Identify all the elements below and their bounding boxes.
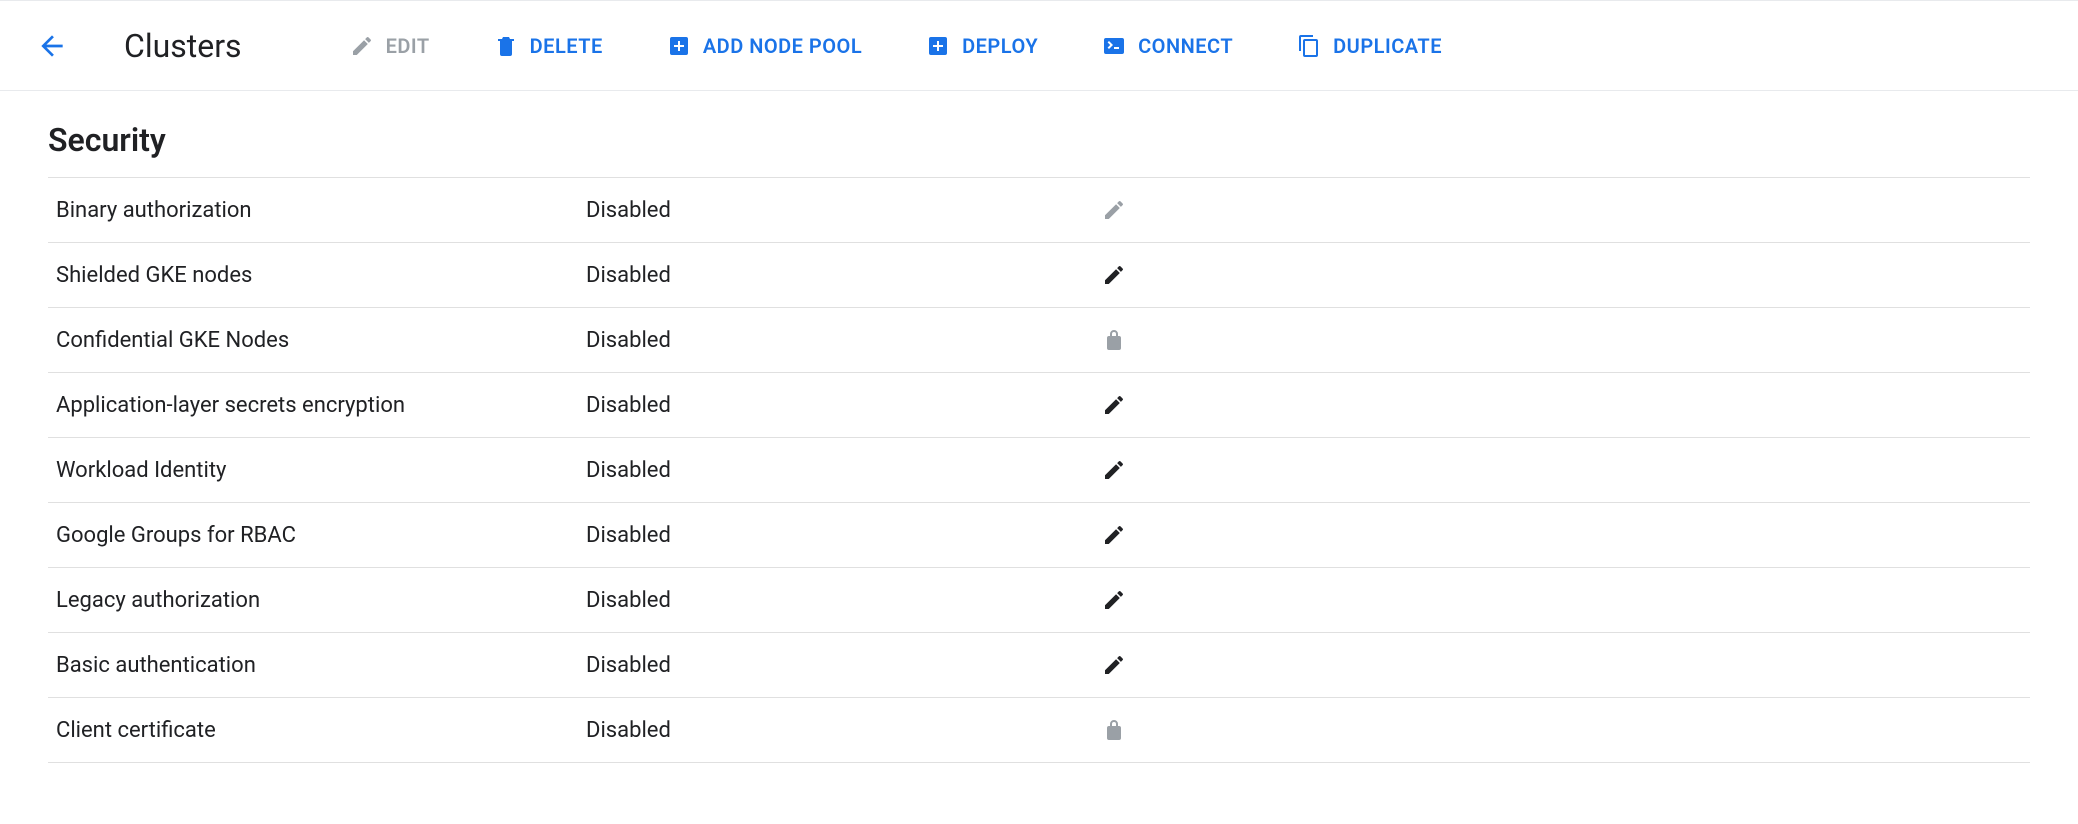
table-row: Confidential GKE NodesDisabled (48, 308, 2030, 373)
security-table: Binary authorizationDisabledShielded GKE… (48, 177, 2030, 763)
edit-row-button[interactable] (1096, 192, 1132, 228)
row-key: Client certificate (48, 698, 578, 763)
trash-icon (494, 34, 518, 58)
addnodepool-button[interactable]: ADD NODE POOL (667, 34, 862, 58)
table-row: Shielded GKE nodesDisabled (48, 243, 2030, 308)
section-title: Security (48, 121, 2030, 159)
row-value: Disabled (578, 308, 1088, 373)
table-row: Basic authenticationDisabled (48, 633, 2030, 698)
row-value: Disabled (578, 373, 1088, 438)
row-key: Confidential GKE Nodes (48, 308, 578, 373)
arrow-left-icon (36, 30, 68, 62)
copy-icon (1297, 34, 1321, 58)
row-key: Legacy authorization (48, 568, 578, 633)
row-value: Disabled (578, 503, 1088, 568)
lock-icon (1096, 322, 1132, 358)
addnodepool-label: ADD NODE POOL (703, 34, 862, 58)
pencil-icon (1102, 198, 1126, 222)
row-value: Disabled (578, 178, 1088, 243)
lock-icon (1102, 718, 1126, 742)
row-value: Disabled (578, 568, 1088, 633)
lock-icon (1102, 328, 1126, 352)
table-row: Client certificateDisabled (48, 698, 2030, 763)
deploy-label: DEPLOY (962, 34, 1038, 58)
lock-icon (1096, 712, 1132, 748)
table-row: Workload IdentityDisabled (48, 438, 2030, 503)
pencil-icon (1102, 523, 1126, 547)
row-value: Disabled (578, 698, 1088, 763)
back-button[interactable] (28, 22, 76, 70)
edit-row-button[interactable] (1096, 517, 1132, 553)
duplicate-label: DUPLICATE (1333, 34, 1442, 58)
toolbar: Clusters EDIT DELETE ADD NODE POOL DEPLOY CO… (0, 1, 2078, 91)
pencil-icon (350, 34, 374, 58)
delete-label: DELETE (530, 34, 603, 58)
edit-row-button[interactable] (1096, 387, 1132, 423)
table-row: Application-layer secrets encryptionDisa… (48, 373, 2030, 438)
connect-label: CONNECT (1138, 34, 1233, 58)
row-key: Workload Identity (48, 438, 578, 503)
table-row: Binary authorizationDisabled (48, 178, 2030, 243)
row-key: Binary authorization (48, 178, 578, 243)
row-key: Shielded GKE nodes (48, 243, 578, 308)
edit-row-button[interactable] (1096, 647, 1132, 683)
edit-button: EDIT (350, 34, 430, 58)
delete-button[interactable]: DELETE (494, 34, 603, 58)
edit-row-button[interactable] (1096, 582, 1132, 618)
row-key: Basic authentication (48, 633, 578, 698)
deploy-button[interactable]: DEPLOY (926, 34, 1038, 58)
page-title: Clusters (124, 27, 242, 65)
pencil-icon (1102, 653, 1126, 677)
row-value: Disabled (578, 438, 1088, 503)
pencil-icon (1102, 588, 1126, 612)
table-row: Google Groups for RBACDisabled (48, 503, 2030, 568)
edit-row-button[interactable] (1096, 452, 1132, 488)
row-key: Google Groups for RBAC (48, 503, 578, 568)
edit-label: EDIT (386, 34, 430, 58)
duplicate-button[interactable]: DUPLICATE (1297, 34, 1442, 58)
row-key: Application-layer secrets encryption (48, 373, 578, 438)
plus-box-icon (926, 34, 950, 58)
edit-row-button[interactable] (1096, 257, 1132, 293)
pencil-icon (1102, 393, 1126, 417)
pencil-icon (1102, 458, 1126, 482)
connect-button[interactable]: CONNECT (1102, 34, 1233, 58)
pencil-icon (1102, 263, 1126, 287)
row-value: Disabled (578, 633, 1088, 698)
plus-box-icon (667, 34, 691, 58)
table-row: Legacy authorizationDisabled (48, 568, 2030, 633)
row-value: Disabled (578, 243, 1088, 308)
terminal-icon (1102, 34, 1126, 58)
